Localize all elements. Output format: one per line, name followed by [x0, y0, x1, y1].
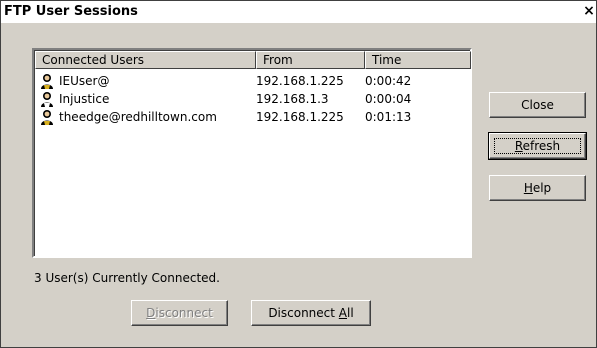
- user-time: 0:00:04: [365, 92, 412, 106]
- column-header-time[interactable]: Time: [365, 51, 471, 69]
- disconnect-all-button[interactable]: Disconnect All: [251, 300, 371, 326]
- user-time: 0:01:13: [365, 110, 412, 124]
- user-from: 192.168.1.225: [256, 74, 344, 88]
- disconnect-all-mnemonic: A: [338, 306, 348, 320]
- user-icon: [41, 110, 53, 125]
- list-item[interactable]: IEUser@ 192.168.1.225 0:00:42: [35, 72, 471, 90]
- user-from: 192.168.1.3: [256, 92, 329, 106]
- user-icon: [41, 92, 53, 107]
- close-button[interactable]: Close: [489, 92, 586, 118]
- disconnect-all-label-rest: ll: [347, 306, 354, 320]
- user-time: 0:00:42: [365, 74, 412, 88]
- user-icon: [41, 74, 53, 89]
- user-name: IEUser@: [59, 74, 110, 88]
- ftp-user-sessions-dialog: FTP User Sessions × Connected Users From…: [0, 0, 597, 348]
- disconnect-all-label-prefix: Disconnect: [268, 306, 339, 320]
- user-from: 192.168.1.225: [256, 110, 344, 124]
- close-window-icon[interactable]: ×: [582, 4, 596, 19]
- title-bar[interactable]: FTP User Sessions ×: [1, 1, 596, 23]
- connected-users-list[interactable]: Connected Users From Time IEUser@ 192.16…: [32, 48, 472, 258]
- help-button[interactable]: Help: [489, 175, 586, 201]
- connection-status-text: 3 User(s) Currently Connected.: [34, 271, 220, 285]
- help-mnemonic: H: [523, 181, 533, 195]
- list-header: Connected Users From Time: [35, 51, 471, 69]
- user-name: theedge@redhilltown.com: [59, 110, 217, 124]
- column-header-connected-users[interactable]: Connected Users: [35, 51, 256, 69]
- refresh-button[interactable]: Refresh: [488, 132, 587, 160]
- disconnect-button[interactable]: Disconnect: [131, 300, 228, 326]
- window-title: FTP User Sessions: [4, 4, 138, 19]
- column-header-from[interactable]: From: [256, 51, 365, 69]
- disconnect-label-rest: isconnect: [155, 306, 213, 320]
- help-label-rest: elp: [532, 181, 552, 195]
- list-item[interactable]: Injustice 192.168.1.3 0:00:04: [35, 90, 471, 108]
- user-name: Injustice: [59, 92, 110, 106]
- focus-rectangle: [494, 138, 581, 154]
- list-item[interactable]: theedge@redhilltown.com 192.168.1.225 0:…: [35, 108, 471, 126]
